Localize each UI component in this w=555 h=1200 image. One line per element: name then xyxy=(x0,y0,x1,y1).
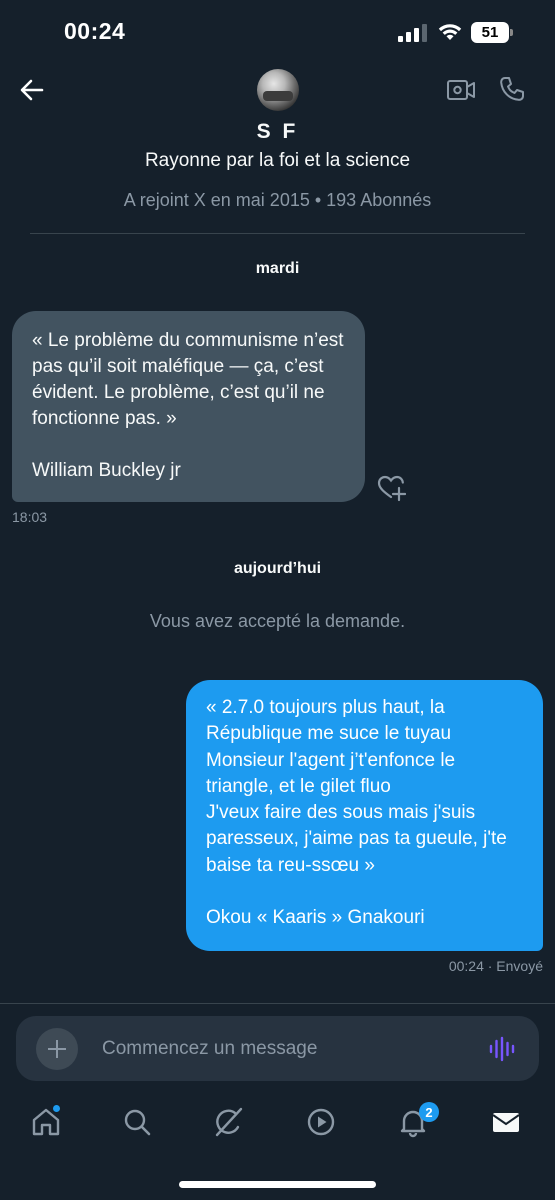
home-notification-dot xyxy=(52,1104,61,1113)
status-bar: 00:24 51 xyxy=(0,0,555,66)
notification-badge: 2 xyxy=(419,1102,439,1122)
tab-bar xyxy=(0,1096,555,1156)
search-icon[interactable] xyxy=(121,1106,153,1138)
battery-level: 51 xyxy=(481,24,499,41)
message-composer xyxy=(16,1016,539,1081)
avatar[interactable] xyxy=(257,69,299,111)
phone-icon[interactable] xyxy=(498,75,526,103)
grok-icon[interactable] xyxy=(213,1106,245,1138)
system-message: Vous avez accepté la demande. xyxy=(149,611,406,631)
home-indicator[interactable] xyxy=(179,1181,376,1188)
battery-indicator: 51 xyxy=(471,22,513,43)
outgoing-message-bubble[interactable]: « 2.7.0 toujours plus haut, la Républiqu… xyxy=(186,680,543,951)
profile-bio: Rayonne par la foi et la science xyxy=(144,150,411,171)
video-play-icon[interactable] xyxy=(305,1106,337,1138)
day-separator: aujourd’hui xyxy=(233,560,322,577)
wifi-icon xyxy=(438,24,462,40)
incoming-message-bubble[interactable]: « Le problème du communisme n’est pas qu… xyxy=(12,311,365,502)
video-camera-icon[interactable] xyxy=(446,76,476,104)
back-arrow-icon[interactable] xyxy=(16,74,48,106)
cellular-signal-icon xyxy=(398,24,427,42)
message-input[interactable] xyxy=(102,1028,482,1070)
status-time: 00:24 xyxy=(64,18,126,44)
day-separator: mardi xyxy=(255,260,300,277)
envelope-icon[interactable] xyxy=(490,1106,522,1138)
profile-meta: A rejoint X en mai 2015 • 193 Abonnés xyxy=(123,190,432,210)
profile-name[interactable]: S F xyxy=(0,120,555,144)
header-divider xyxy=(30,233,525,234)
heart-plus-icon[interactable] xyxy=(376,474,406,502)
message-timestamp: 18:03 xyxy=(12,509,48,525)
voice-waveform-icon[interactable] xyxy=(488,1036,516,1062)
composer-divider xyxy=(0,1003,555,1004)
message-status: 00:24 · Envoyé xyxy=(448,958,543,974)
plus-icon[interactable] xyxy=(36,1028,78,1070)
